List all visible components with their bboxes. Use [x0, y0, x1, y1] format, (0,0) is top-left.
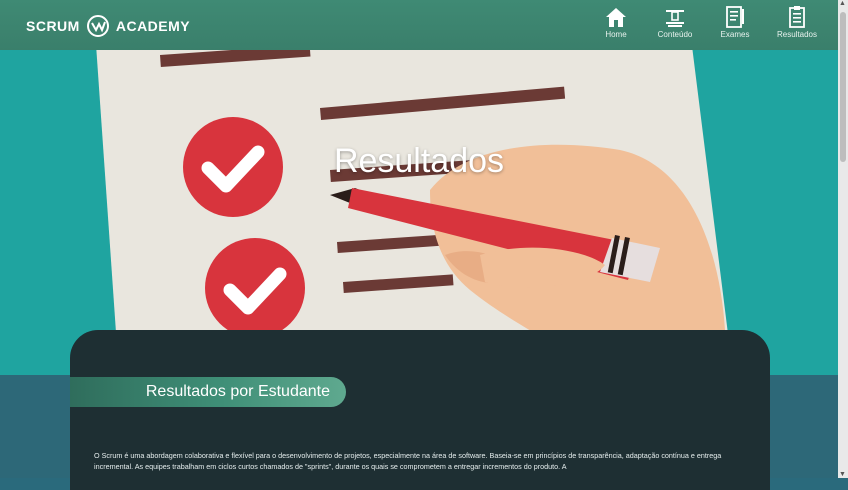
- top-navbar: SCRUM ACADEMY Home Conteúdo Exames Resul…: [0, 0, 838, 50]
- hero-banner: Resultados: [0, 50, 838, 375]
- section-title-pill: Resultados por Estudante: [70, 377, 346, 407]
- content-card: Resultados por Estudante O Scrum é uma a…: [70, 330, 770, 490]
- hero-title: Resultados: [333, 142, 505, 180]
- scroll-down-icon[interactable]: ▼: [839, 471, 846, 478]
- checklist-illustration: [96, 50, 734, 375]
- intro-paragraph: O Scrum é uma abordagem colaborativa e f…: [94, 451, 722, 471]
- brand-logo[interactable]: SCRUM ACADEMY: [26, 14, 190, 38]
- nav-item-home[interactable]: Home: [586, 6, 646, 46]
- brand-right-text: ACADEMY: [115, 18, 191, 34]
- content-icon: [666, 10, 684, 27]
- exam-icon: [726, 6, 744, 28]
- nav-label-resultados: Resultados: [776, 30, 818, 39]
- scroll-thumb[interactable]: [840, 12, 846, 162]
- nav-label-exames: Exames: [720, 30, 750, 39]
- nav-label-conteudo: Conteúdo: [657, 30, 693, 39]
- nav-label-home: Home: [605, 30, 627, 39]
- nav-item-resultados[interactable]: Resultados: [767, 6, 827, 46]
- nav-item-exames[interactable]: Exames: [705, 6, 765, 46]
- scroll-up-icon[interactable]: ▲: [839, 0, 846, 7]
- brand-left-text: SCRUM: [26, 18, 80, 34]
- vertical-scrollbar[interactable]: ▲ ▼: [838, 0, 848, 478]
- home-icon: [606, 8, 626, 27]
- nav-item-conteudo[interactable]: Conteúdo: [645, 6, 705, 46]
- scrum-logo-icon: [86, 15, 109, 37]
- results-icon: [789, 6, 805, 28]
